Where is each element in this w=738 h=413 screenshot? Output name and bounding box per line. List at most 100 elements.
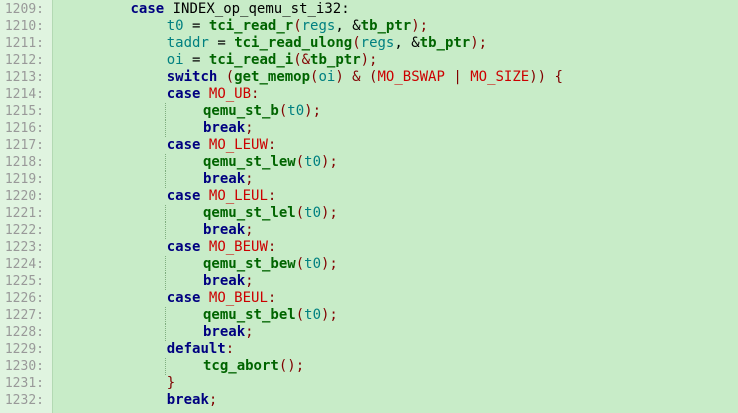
code-token: ); [321,205,338,221]
line-number: 1226: [4,291,44,306]
code-line: 1231:} [0,375,738,392]
code-token: tci_read_i [208,52,294,68]
code-text: break; [167,392,218,409]
code-token: tb_ptr [419,35,471,51]
code-token: ) & ( [335,69,378,85]
code-token: } [166,375,176,391]
code-text: tcg_abort(); [203,358,304,375]
code-token: ; [245,222,254,238]
code-text: switch (get_memop(oi) & (MO_BSWAP | MO_S… [167,69,563,86]
code-token: ); [304,103,321,119]
code-token: tci_read_ulong [234,35,353,51]
code-token: case [166,86,201,102]
code-token: regs [360,35,395,51]
code-text: oi = tci_read_i(&tb_ptr); [167,52,378,69]
code-token: case [166,290,201,306]
code-text: case MO_UB: [167,86,260,103]
line-number: 1228: [4,325,44,340]
code-line: 1224: qemu_st_bew(t0); [0,256,738,273]
code-line: 1213: switch (get_memop(oi) & (MO_BSWAP |… [0,69,738,86]
code-token: t0 [287,103,305,119]
code-text: } [167,375,175,392]
indent-guide [164,324,166,341]
code-token: ( [293,18,302,34]
code-token: ( [295,256,305,272]
indent-guide [164,358,166,375]
code-token: t0 [304,154,321,170]
code-token: : [251,86,260,102]
indent-guide [164,154,166,171]
code-line: 1219: break; [0,171,738,188]
code-token: qemu_st_lel [202,205,296,221]
code-token: , & [394,35,420,51]
code-line: 1214: case MO_UB: [0,86,738,103]
code-token: ); [360,52,378,68]
code-token: qemu_st_bew [202,256,296,272]
code-token: break [202,273,246,289]
line-number: 1230: [4,359,44,374]
code-token: ; [245,120,254,136]
line-number: 1217: [4,138,44,153]
code-token: qemu_st_b [202,103,279,119]
code-token: ; [245,273,254,289]
code-token: = [183,18,209,34]
code-token: taddr [166,35,209,51]
indent-guide [164,256,166,273]
code-text: break; [203,120,254,137]
code-line: 1225: break; [0,273,738,290]
code-token: ); [321,256,338,272]
code-token: ( [295,205,305,221]
code-text: case MO_LEUW: [167,137,277,154]
code-token: break [166,392,209,408]
code-line: 1217: case MO_LEUW: [0,137,738,154]
line-number: 1227: [4,308,44,323]
code-token: ( [295,307,305,323]
code-line: 1223: case MO_BEUW: [0,239,738,256]
code-token: case [166,239,201,255]
code-text: taddr = tci_read_ulong(regs, &tb_ptr); [167,35,487,52]
code-text: qemu_st_lel(t0); [203,205,338,222]
code-token: ); [470,35,488,51]
code-token: ; [208,392,218,408]
code-token: ( [217,69,235,85]
code-token: : [267,290,277,306]
code-text: break; [203,324,254,341]
code-line: 1216: break; [0,120,738,137]
line-number: 1232: [4,393,44,408]
code-text: break; [203,222,254,239]
code-viewer: 1209: case INDEX_op_qemu_st_i32: 1210: t0 =… [0,0,738,413]
code-token: tb_ptr [310,52,361,68]
code-token: default [166,341,226,357]
code-token: MO_BEUL [208,290,268,306]
code-token: break [202,324,246,340]
code-text: qemu_st_bew(t0); [203,256,338,273]
code-line: 1228: break; [0,324,738,341]
code-token: break [202,120,246,136]
code-line: 1230: tcg_abort(); [0,358,738,375]
line-number: 1209: [4,2,44,17]
code-token: (); [278,358,305,374]
indent-guide [164,103,166,120]
code-line: 1212: oi = tci_read_i(&tb_ptr); [0,52,738,69]
line-number: 1211: [4,36,44,51]
indent-guide [164,307,166,324]
code-token: oi [318,69,336,85]
indent-guide [164,273,166,290]
code-token: , & [335,18,361,34]
code-line: 1220: case MO_LEUL: [0,188,738,205]
line-number: 1225: [4,274,44,289]
code-text: qemu_st_lew(t0); [203,154,338,171]
code-token: tb_ptr [360,18,412,34]
code-token: t0 [304,307,321,323]
line-number: 1215: [4,104,44,119]
code-token: ); [411,18,429,34]
code-token: : [267,188,277,204]
code-token: : [267,137,277,153]
code-token: case [130,1,165,17]
code-token: t0 [166,18,184,34]
code-text: qemu_st_b(t0); [203,103,321,120]
code-token: MO_BEUW [208,239,268,255]
